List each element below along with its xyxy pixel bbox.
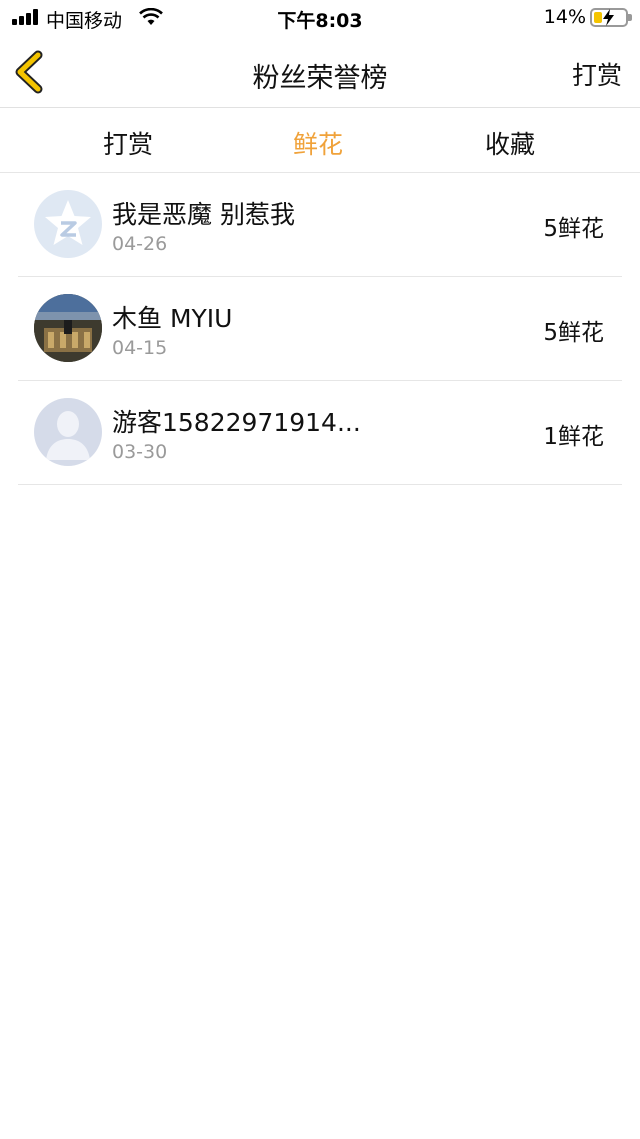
reward-button[interactable]: 打赏: [572, 56, 622, 92]
battery-icon: [590, 8, 632, 27]
avatar: [34, 190, 102, 258]
flower-count: 5鲜花: [543, 320, 604, 346]
flower-count: 5鲜花: [543, 216, 604, 242]
status-bar: 中国移动 下午8:03 14%: [0, 0, 640, 36]
list-item[interactable]: 木鱼 MYIU 04-15 5鲜花: [18, 277, 622, 381]
page-title: 粉丝荣誉榜: [252, 63, 388, 94]
tab-flowers[interactable]: 鲜花: [248, 125, 388, 161]
default-user-icon: [46, 411, 90, 460]
avatar: [34, 398, 102, 466]
tab-reward[interactable]: 打赏: [58, 125, 198, 161]
tab-favorites[interactable]: 收藏: [440, 125, 580, 161]
nav-bar: 粉丝荣誉榜 打赏: [0, 36, 640, 108]
battery-percentage: 14%: [543, 6, 586, 28]
tab-bar: 打赏 鲜花 收藏: [0, 109, 640, 173]
fan-name: 我是恶魔 别惹我: [112, 200, 295, 229]
fan-date: 03-30: [112, 441, 168, 463]
fan-list: 我是恶魔 别惹我 04-26 5鲜花 木鱼 MYIU 04-15 5鲜花 游客1…: [0, 173, 640, 485]
list-item[interactable]: 我是恶魔 别惹我 04-26 5鲜花: [18, 173, 622, 277]
avatar: [34, 294, 102, 362]
fan-date: 04-15: [112, 337, 168, 359]
photo-avatar-icon: [34, 294, 102, 362]
flower-count: 1鲜花: [543, 424, 604, 450]
fan-name: 木鱼 MYIU: [112, 304, 233, 333]
qq-zone-avatar-icon: [45, 200, 91, 245]
fan-name: 游客15822971914...: [112, 408, 361, 437]
list-item[interactable]: 游客15822971914... 03-30 1鲜花: [18, 381, 622, 485]
fan-date: 04-26: [112, 233, 168, 255]
